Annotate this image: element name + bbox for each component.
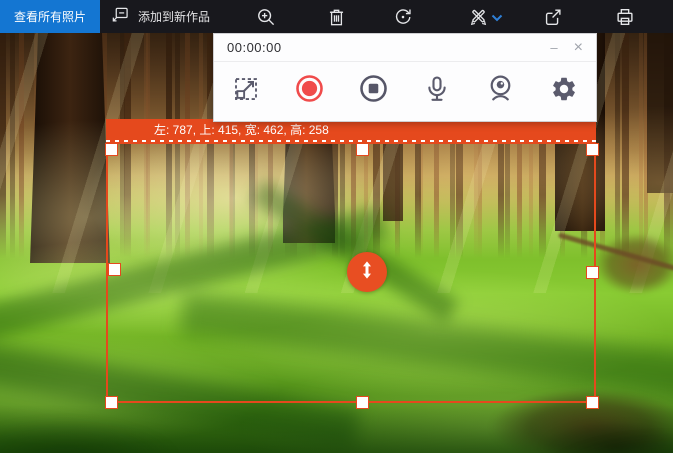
add-to-album-icon (110, 5, 130, 28)
resize-handle-top-left[interactable] (105, 143, 118, 156)
selection-dashed-edge (106, 140, 596, 142)
resize-handle-middle-left[interactable] (108, 263, 121, 276)
add-to-new-album-button[interactable]: 添加到新作品 (110, 5, 210, 28)
recorder-titlebar[interactable]: 00:00:00 – × (214, 34, 596, 62)
print-button[interactable] (614, 6, 636, 28)
resize-handle-middle-right[interactable] (586, 266, 599, 279)
zoom-button[interactable] (255, 6, 277, 28)
resize-vertical-icon (356, 258, 378, 287)
resize-handle-bottom-middle[interactable] (356, 396, 369, 409)
selection-info-bar: 左: 787, 上: 415, 宽: 462, 高: 258 (106, 119, 596, 142)
screen-recorder-panel: 00:00:00 – × (213, 33, 597, 122)
record-icon (294, 73, 325, 109)
share-button[interactable] (542, 6, 564, 28)
app-window: 左: 787, 上: 415, 宽: 462, 高: 258 查看所有照片 添加… (0, 0, 673, 453)
webcam-button[interactable] (469, 62, 533, 120)
photo-decor-vignette (0, 418, 180, 453)
settings-gear-icon (550, 75, 578, 108)
recorder-button-row (214, 62, 596, 120)
resize-handle-top-middle[interactable] (356, 143, 369, 156)
recording-timer: 00:00:00 (227, 40, 282, 55)
vertical-resize-button[interactable] (347, 252, 387, 292)
microphone-icon (422, 74, 452, 109)
window-controls: – × (550, 39, 583, 56)
minimize-button[interactable]: – (550, 41, 557, 54)
close-button[interactable]: × (574, 39, 583, 56)
edit-button[interactable] (467, 6, 489, 28)
rotate-button[interactable] (392, 6, 414, 28)
record-button[interactable] (278, 62, 342, 120)
edit-dropdown-chevron-icon[interactable] (490, 11, 504, 25)
select-region-icon (231, 74, 261, 109)
microphone-button[interactable] (405, 62, 469, 120)
view-all-photos-label: 查看所有照片 (13, 10, 86, 24)
resize-handle-bottom-right[interactable] (586, 396, 599, 409)
webcam-icon (485, 73, 516, 109)
resize-handle-bottom-left[interactable] (105, 396, 118, 409)
add-to-album-label: 添加到新作品 (138, 10, 211, 24)
photos-app-toolbar: 查看所有照片 添加到新作品 (0, 0, 673, 33)
view-all-photos-button[interactable]: 查看所有照片 (0, 0, 100, 33)
settings-button[interactable] (532, 62, 596, 120)
stop-icon (358, 73, 389, 109)
resize-handle-top-right[interactable] (586, 143, 599, 156)
delete-button[interactable] (325, 6, 347, 28)
select-region-button[interactable] (214, 62, 278, 120)
stop-button[interactable] (341, 62, 405, 120)
selection-info-text: 左: 787, 上: 415, 宽: 462, 高: 258 (154, 123, 329, 137)
photo-decor-vignette (540, 433, 673, 453)
